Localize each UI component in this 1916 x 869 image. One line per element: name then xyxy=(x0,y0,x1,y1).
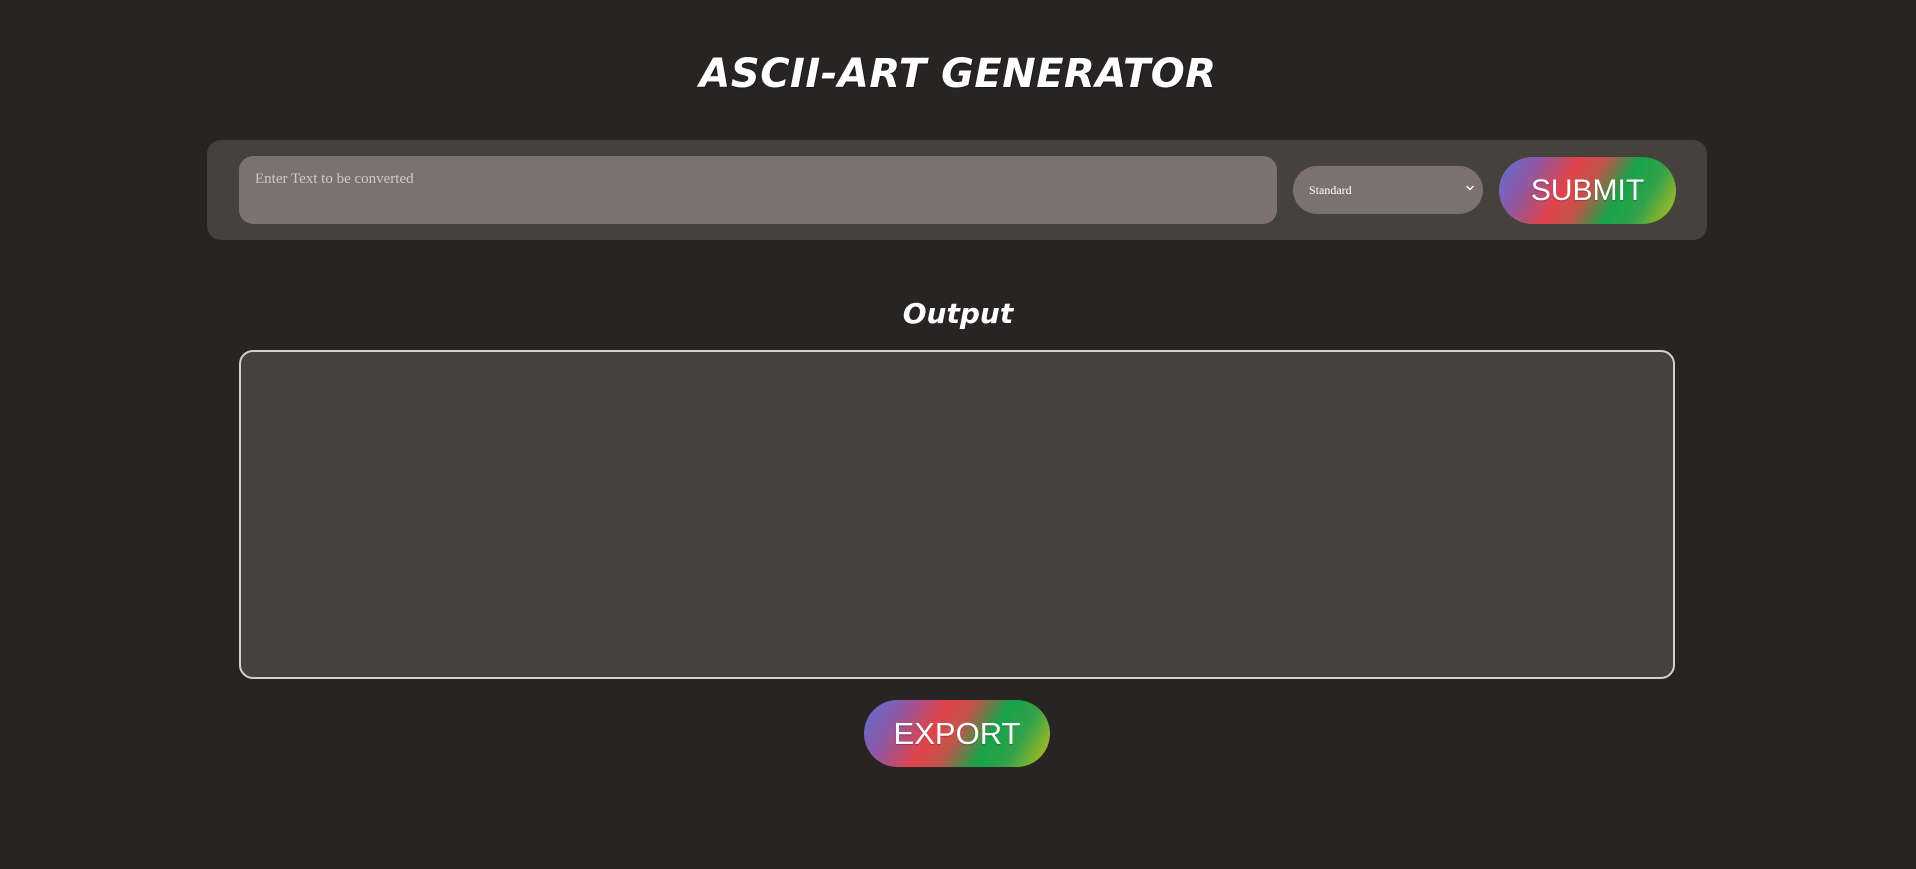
output-area[interactable] xyxy=(239,350,1675,679)
input-panel: Standard SUBMIT xyxy=(207,140,1707,240)
text-input[interactable] xyxy=(239,156,1277,224)
font-style-selected-value: Standard xyxy=(1309,182,1352,197)
font-style-select[interactable]: Standard xyxy=(1293,166,1483,214)
export-button[interactable]: EXPORT xyxy=(864,700,1050,767)
page-title: ASCII-ART GENERATOR xyxy=(699,51,1217,97)
output-heading: Output xyxy=(902,297,1014,330)
submit-button[interactable]: SUBMIT xyxy=(1499,157,1676,224)
chevron-down-icon xyxy=(1466,185,1474,191)
